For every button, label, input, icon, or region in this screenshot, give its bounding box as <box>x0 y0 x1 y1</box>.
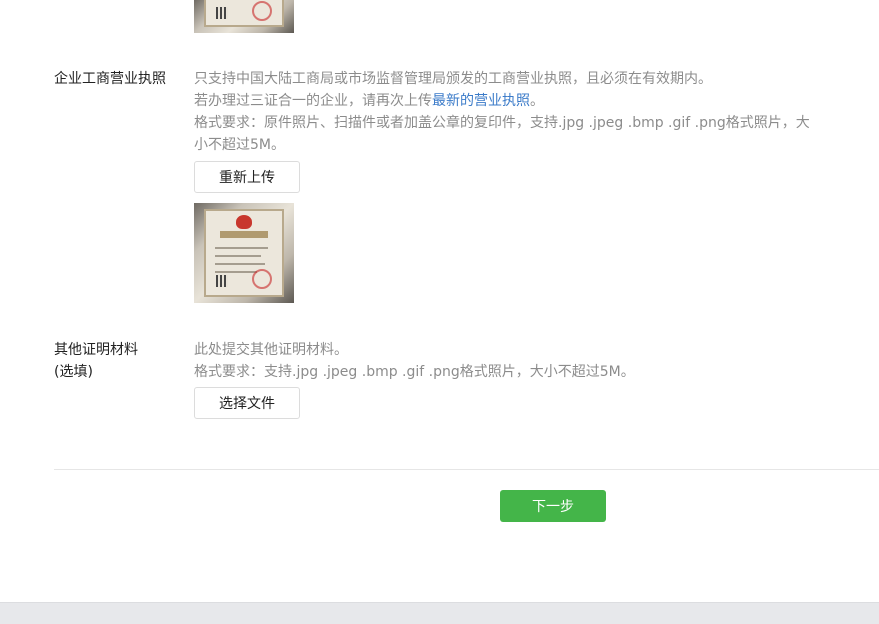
other-materials-description: 此处提交其他证明材料。 格式要求：支持.jpg .jpeg .bmp .gif … <box>194 339 814 383</box>
footer-bar <box>0 602 879 624</box>
business-license-description: 只支持中国大陆工商局或市场监督管理局颁发的工商营业执照，且必须在有效期内。 若办… <box>194 68 814 156</box>
other-desc-line-2: 格式要求：支持.jpg .jpeg .bmp .gif .png格式照片，大小不… <box>194 364 635 380</box>
license-desc-line-3: 格式要求：原件照片、扫描件或者加盖公章的复印件，支持.jpg .jpeg .bm… <box>194 115 810 131</box>
previous-upload-thumbnail <box>194 0 294 33</box>
business-license-label: 企业工商营业执照 <box>54 71 166 87</box>
license-desc-line-2: 若办理过三证合一的企业，请再次上传最新的营业执照。 <box>194 93 544 109</box>
choose-file-button[interactable]: 选择文件 <box>194 387 300 419</box>
other-desc-line-1: 此处提交其他证明材料。 <box>194 342 348 358</box>
reupload-button[interactable]: 重新上传 <box>194 161 300 193</box>
section-divider <box>54 469 879 470</box>
business-license-thumbnail[interactable] <box>194 203 294 303</box>
optional-tag: (选填) <box>54 364 93 380</box>
seal-stamp-icon <box>252 269 272 289</box>
emblem-icon <box>236 215 252 229</box>
license-desc-line-4: 小不超过5M。 <box>194 137 285 153</box>
latest-license-link[interactable]: 最新的营业执照 <box>432 93 530 109</box>
license-desc-line-1: 只支持中国大陆工商局或市场监督管理局颁发的工商营业执照，且必须在有效期内。 <box>194 71 712 87</box>
other-materials-label-line-1: 其他证明材料 <box>54 342 138 358</box>
other-materials-label: 其他证明材料 (选填) <box>54 339 138 383</box>
next-step-button[interactable]: 下一步 <box>500 490 606 522</box>
qr-code-icon <box>216 275 228 287</box>
